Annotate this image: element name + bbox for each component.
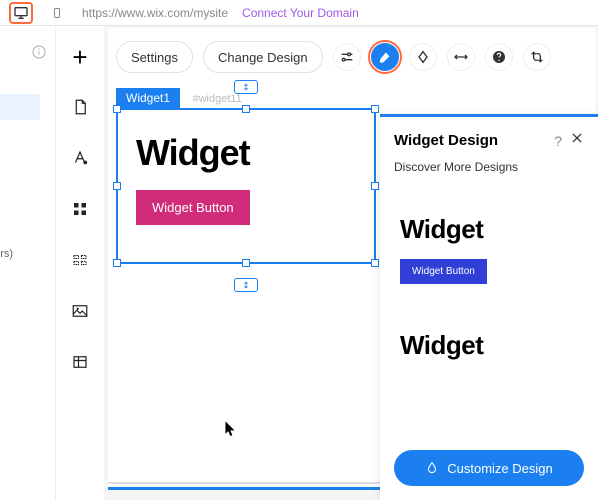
desktop-view-button[interactable] bbox=[10, 3, 32, 23]
resize-handle[interactable] bbox=[371, 105, 379, 113]
resize-handle[interactable] bbox=[242, 105, 250, 113]
left-highlight bbox=[0, 94, 40, 120]
help-button[interactable] bbox=[485, 43, 513, 71]
design-list[interactable]: Widget Widget Button Widget bbox=[380, 186, 598, 436]
preset-title: Widget bbox=[400, 330, 578, 361]
desktop-icon bbox=[13, 5, 29, 21]
design-panel: Widget Design ? Discover More Designs Wi… bbox=[380, 114, 598, 500]
cursor-icon bbox=[224, 420, 238, 443]
panel-close-button[interactable] bbox=[570, 131, 584, 150]
design-preset[interactable]: Widget bbox=[400, 302, 578, 379]
animation-button[interactable] bbox=[333, 43, 361, 71]
selection-toolbar: Settings Change Design bbox=[116, 40, 551, 74]
pages-icon[interactable] bbox=[71, 98, 89, 121]
brush-icon bbox=[377, 50, 392, 65]
connect-domain-link[interactable]: Connect Your Domain bbox=[242, 6, 359, 20]
resize-handle[interactable] bbox=[113, 182, 121, 190]
media-icon[interactable] bbox=[71, 302, 89, 325]
arrows-h-icon bbox=[453, 49, 469, 65]
panel-help-button[interactable]: ? bbox=[554, 133, 562, 149]
panel-title: Widget Design bbox=[394, 132, 546, 149]
resize-handle[interactable] bbox=[113, 259, 121, 267]
question-icon bbox=[491, 49, 507, 65]
widget-button[interactable]: Widget Button bbox=[136, 190, 250, 225]
more-button[interactable] bbox=[523, 43, 551, 71]
resize-handle[interactable] bbox=[371, 182, 379, 190]
selection-tab[interactable]: Widget1 bbox=[116, 88, 180, 108]
left-strip: pers) bbox=[0, 26, 56, 500]
selected-widget[interactable]: Widget Widget Button bbox=[116, 108, 376, 264]
text-icon[interactable] bbox=[71, 149, 89, 172]
stretch-handle-top[interactable] bbox=[234, 80, 258, 94]
add-button[interactable]: + bbox=[72, 44, 87, 70]
mobile-view-button[interactable] bbox=[46, 3, 68, 23]
stretch-icon bbox=[241, 280, 251, 290]
resize-handle[interactable] bbox=[371, 259, 379, 267]
stretch-icon bbox=[241, 82, 251, 92]
close-icon bbox=[570, 131, 584, 145]
mobile-icon bbox=[51, 5, 63, 21]
preset-button: Widget Button bbox=[400, 259, 487, 284]
stretch-button[interactable] bbox=[409, 43, 437, 71]
settings-button[interactable]: Settings bbox=[116, 41, 193, 73]
selected-widget-wrap: Widget1 #widget11 Widget Widget Button bbox=[116, 88, 376, 264]
resize-handle[interactable] bbox=[113, 105, 121, 113]
site-url: https://www.wix.com/mysite bbox=[82, 6, 228, 20]
preset-title: Widget bbox=[400, 214, 578, 245]
customize-label: Customize Design bbox=[447, 461, 553, 476]
layout-icon[interactable] bbox=[71, 200, 89, 223]
resize-button[interactable] bbox=[447, 43, 475, 71]
tool-rail: + bbox=[56, 26, 104, 500]
customize-design-button[interactable]: Customize Design bbox=[394, 450, 584, 486]
design-button[interactable] bbox=[371, 43, 399, 71]
data-icon[interactable] bbox=[71, 353, 89, 376]
left-caption: pers) bbox=[0, 248, 13, 260]
editor-canvas[interactable]: Settings Change Design Widget1 #widget11 bbox=[104, 26, 598, 500]
change-design-button[interactable]: Change Design bbox=[203, 41, 323, 73]
widget-title: Widget bbox=[136, 132, 356, 174]
swap-icon bbox=[529, 49, 545, 65]
drop-icon bbox=[425, 461, 439, 475]
top-address-bar: https://www.wix.com/mysite Connect Your … bbox=[0, 0, 598, 26]
resize-handle[interactable] bbox=[242, 259, 250, 267]
design-preset[interactable]: Widget Widget Button bbox=[400, 186, 578, 302]
stretch-handle-bottom[interactable] bbox=[234, 278, 258, 292]
sliders-icon bbox=[339, 49, 355, 65]
info-icon[interactable] bbox=[31, 44, 47, 65]
panel-subtitle: Discover More Designs bbox=[380, 160, 598, 186]
sections-icon[interactable] bbox=[71, 251, 89, 274]
diamond-icon bbox=[415, 49, 431, 65]
selection-id: #widget11 bbox=[192, 93, 241, 105]
